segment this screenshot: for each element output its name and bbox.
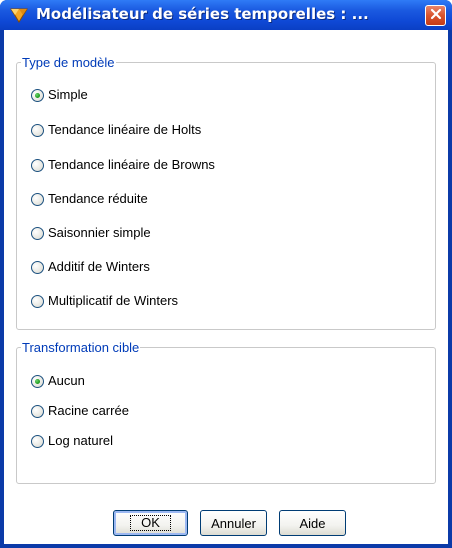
radio-button[interactable] [31,88,44,102]
radio-label: Racine carrée [48,403,129,418]
model-type-group: Type de modèle Simple Tendance linéaire … [16,55,436,330]
radio-natural-log[interactable]: Log naturel [31,432,113,450]
ok-button[interactable]: OK [113,510,188,536]
title-bar[interactable]: Modélisateur de séries temporelles : ... [0,0,452,30]
radio-label: Additif de Winters [48,259,150,274]
radio-button[interactable] [31,123,44,137]
radio-button[interactable] [31,434,44,448]
ok-button-label: OK [130,515,171,531]
radio-simple[interactable]: Simple [31,86,88,104]
radio-button[interactable] [31,158,44,172]
target-transform-group: Transformation cible Aucun Racine carrée… [16,340,436,484]
radio-button[interactable] [31,260,44,274]
radio-holts-linear-trend[interactable]: Tendance linéaire de Holts [31,121,201,139]
radio-label: Log naturel [48,433,114,448]
radio-button[interactable] [31,192,44,206]
radio-label: Simple [48,87,88,102]
diamond-node-icon [9,6,29,24]
dialog-buttons: OK Annuler Aide [4,510,448,536]
radio-square-root[interactable]: Racine carrée [31,402,129,420]
radio-label: Saisonnier simple [48,225,151,240]
close-button[interactable] [425,5,446,26]
radio-simple-seasonal[interactable]: Saisonnier simple [31,224,151,242]
radio-damped-trend[interactable]: Tendance réduite [31,190,148,208]
radio-button[interactable] [31,374,44,388]
dialog-window: Modélisateur de séries temporelles : ...… [0,0,452,548]
radio-browns-linear-trend[interactable]: Tendance linéaire de Browns [31,156,215,174]
help-button[interactable]: Aide [279,510,346,536]
radio-button[interactable] [31,404,44,418]
close-icon [430,8,442,23]
radio-button[interactable] [31,294,44,308]
radio-button[interactable] [31,226,44,240]
radio-label: Aucun [48,373,85,388]
radio-winters-additive[interactable]: Additif de Winters [31,258,150,276]
radio-label: Multiplicatif de Winters [48,293,179,308]
radio-label: Tendance linéaire de Browns [48,157,215,172]
radio-none[interactable]: Aucun [31,372,85,390]
dialog-body: Type de modèle Simple Tendance linéaire … [4,30,448,544]
radio-winters-multiplicative[interactable]: Multiplicatif de Winters [31,292,178,310]
radio-label: Tendance linéaire de Holts [48,122,202,137]
radio-label: Tendance réduite [48,191,148,206]
model-type-legend: Type de modèle [21,55,116,70]
target-transform-legend: Transformation cible [21,340,141,355]
cancel-button[interactable]: Annuler [200,510,267,536]
window-title: Modélisateur de séries temporelles : ... [36,5,369,23]
